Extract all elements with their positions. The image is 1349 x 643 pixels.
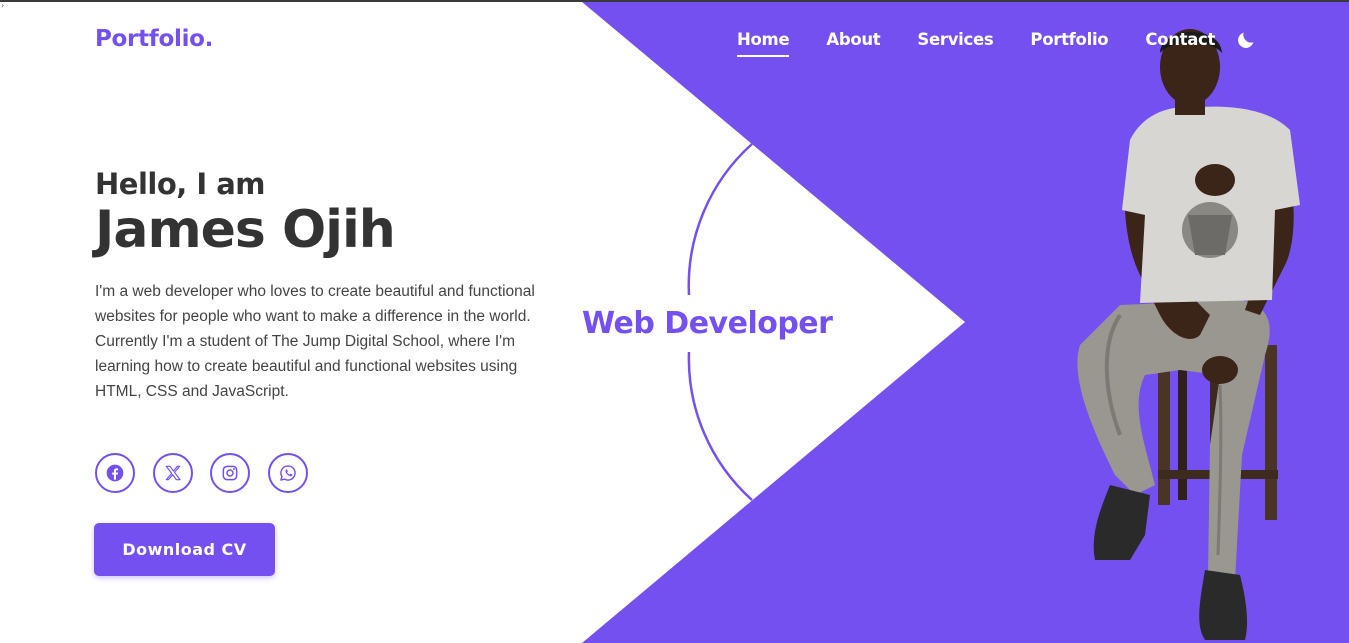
facebook-link[interactable]	[95, 453, 135, 493]
x-twitter-link[interactable]	[152, 453, 193, 493]
main-nav: Home About Services Portfolio Contact	[737, 30, 1252, 57]
social-links	[95, 453, 325, 493]
hero-name: James Ojih	[95, 200, 396, 260]
download-cv-button[interactable]: Download CV	[94, 523, 275, 576]
instagram-icon	[222, 465, 238, 481]
nav-item-portfolio[interactable]: Portfolio	[1030, 30, 1108, 49]
site-logo[interactable]: Portfolio.	[95, 26, 213, 52]
nav-item-about[interactable]: About	[826, 30, 880, 49]
whatsapp-link[interactable]	[267, 453, 308, 493]
nav-item-home[interactable]: Home	[737, 30, 790, 57]
corner-marker: ›	[1, 1, 5, 10]
nav-item-contact[interactable]: Contact	[1145, 30, 1215, 49]
profile-photo	[1077, 29, 1300, 640]
hero-description-line-2: Currently I'm a student of The Jump Digi…	[95, 333, 518, 400]
hero-role-title: Web Developer	[582, 306, 833, 341]
window-top-border	[0, 0, 1349, 2]
hero-greeting: Hello, I am	[95, 167, 266, 201]
whatsapp-icon	[279, 465, 296, 481]
moon-icon[interactable]	[1235, 29, 1257, 51]
hero-description: I'm a web developer who loves to create …	[95, 279, 540, 404]
hero-description-line-1: I'm a web developer who loves to create …	[95, 283, 535, 325]
facebook-icon	[106, 464, 124, 482]
instagram-link[interactable]	[210, 453, 250, 493]
nav-item-services[interactable]: Services	[917, 30, 993, 49]
x-twitter-icon	[165, 465, 181, 481]
